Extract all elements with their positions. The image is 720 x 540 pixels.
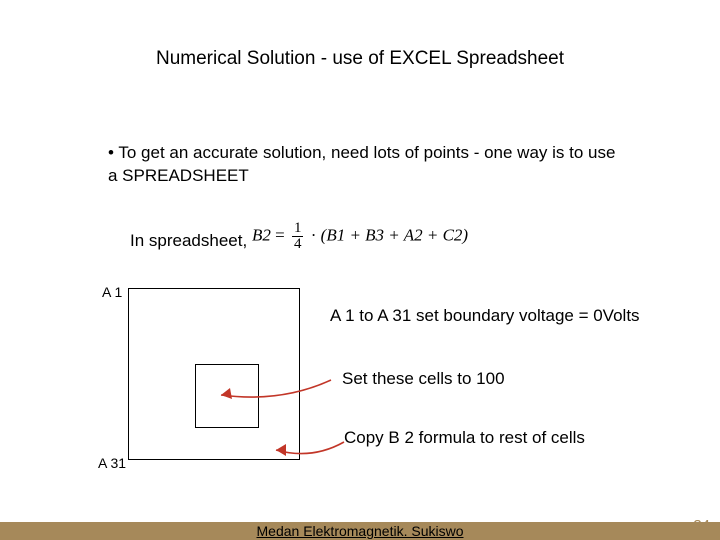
- page-number: 34: [693, 517, 710, 534]
- footer-text: Medan Elektromagnetik. Sukiswo: [0, 523, 720, 539]
- spreadsheet-intro: In spreadsheet,: [130, 231, 247, 251]
- formula-numerator: 1: [292, 221, 304, 237]
- arrow-to-inner-box: [186, 355, 336, 405]
- formula-denominator: 4: [292, 237, 304, 252]
- caption-set-100: Set these cells to 100: [342, 369, 505, 389]
- formula-fraction: 1 4: [292, 221, 304, 252]
- bullet-text: • To get an accurate solution, need lots…: [108, 142, 628, 188]
- label-a31: A 31: [98, 455, 126, 471]
- slide: Numerical Solution - use of EXCEL Spread…: [0, 0, 720, 540]
- formula-lhs: B2: [252, 225, 271, 244]
- formula: B2 = 1 4 · (B1 + B3 + A2 + C2): [252, 221, 468, 252]
- arrow-to-cells: [262, 432, 352, 462]
- slide-title: Numerical Solution - use of EXCEL Spread…: [0, 48, 720, 70]
- formula-rhs: (B1 + B3 + A2 + C2): [321, 225, 468, 244]
- caption-boundary: A 1 to A 31 set boundary voltage = 0Volt…: [330, 306, 640, 326]
- caption-copy-formula: Copy B 2 formula to rest of cells: [344, 428, 585, 448]
- label-a1: A 1: [102, 284, 122, 300]
- formula-eq1: =: [275, 225, 285, 244]
- formula-dot: ·: [311, 225, 317, 244]
